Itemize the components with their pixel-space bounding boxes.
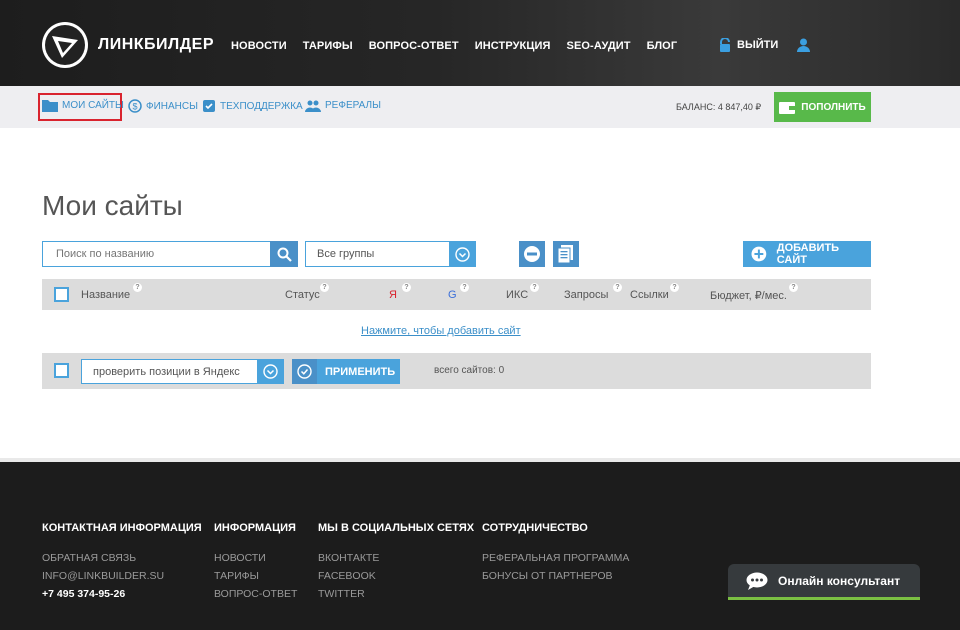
footer-info-title: ИНФОРМАЦИЯ [214,522,296,534]
subnav-my-sites-label: МОИ САЙТЫ [62,100,124,111]
export-list-button[interactable] [553,241,579,267]
column-links[interactable]: Ссылки [630,289,669,301]
footer-contact-title: КОНТАКТНАЯ ИНФОРМАЦИЯ [42,522,202,534]
footer-feedback-link[interactable]: ОБРАТНАЯ СВЯЗЬ [42,552,136,564]
column-iks[interactable]: ИКС [506,289,528,301]
search-button[interactable] [270,241,298,267]
nav-tariffs[interactable]: ТАРИФЫ [303,40,353,52]
document-list-icon [558,245,573,263]
search-input[interactable] [42,241,271,267]
brand-name: ЛИНКБИЛДЕР [98,36,215,53]
main-nav: НОВОСТИ ТАРИФЫ ВОПРОС-ОТВЕТ ИНСТРУКЦИЯ S… [231,40,693,52]
logo[interactable]: ЛИНКБИЛДЕР [42,22,214,68]
wallet-icon [779,101,796,114]
chat-bubble-icon [746,572,768,590]
footer-faq-link[interactable]: ВОПРОС-ОТВЕТ [214,588,297,600]
subnav-my-sites[interactable]: МОИ САЙТЫ [42,99,124,112]
add-site-label: ДОБАВИТЬ САЙТ [776,242,840,266]
nav-news[interactable]: НОВОСТИ [231,40,287,52]
nav-instructions[interactable]: ИНСТРУКЦИЯ [475,40,551,52]
column-name[interactable]: Название [81,289,130,301]
bulk-action-select[interactable]: проверить позиции в Яндекс [81,359,258,384]
column-queries[interactable]: Запросы [564,289,608,301]
balance-display: БАЛАНС: 4 847,40 ₽ [676,102,762,112]
footer-vk-link[interactable]: ВКОНТАКТЕ [318,552,379,564]
footer-partners-title: СОТРУДНИЧЕСТВО [482,522,588,534]
help-icon[interactable]: ? [402,283,411,292]
user-icon[interactable] [797,38,810,57]
svg-text:$: $ [132,102,137,112]
column-yandex[interactable]: Я [389,289,397,301]
folder-icon [42,100,58,112]
help-icon[interactable]: ? [670,283,679,292]
add-site-link[interactable]: Нажмите, чтобы добавить сайт [361,325,521,337]
select-all-bottom-checkbox[interactable] [54,363,69,378]
column-budget[interactable]: Бюджет, ₽/мес. [710,289,787,302]
nav-blog[interactable]: БЛОГ [647,40,678,52]
footer-news-link[interactable]: НОВОСТИ [214,552,266,564]
footer-referral-link[interactable]: РЕФЕРАЛЬНАЯ ПРОГРАММА [482,552,629,564]
help-icon[interactable]: ? [460,283,469,292]
site-footer [0,462,960,630]
subnav-finances-label: ФИНАНСЫ [146,100,198,112]
users-icon [305,100,321,112]
add-site-button[interactable]: ДОБАВИТЬ САЙТ [743,241,871,267]
site-header: ЛИНКБИЛДЕР НОВОСТИ ТАРИФЫ ВОПРОС-ОТВЕТ И… [0,0,960,86]
logout-button[interactable]: ВЫЙТИ [719,38,778,52]
footer-phone[interactable]: +7 495 374-95-26 [42,588,125,600]
group-select-toggle[interactable] [449,241,476,267]
subnav-support-label: ТЕХПОДДЕРЖКА [220,100,303,112]
column-google[interactable]: G [448,289,457,301]
topup-label: ПОПОЛНИТЬ [801,101,866,113]
bulk-action-toggle[interactable] [257,359,284,384]
remove-selected-button[interactable] [519,241,545,267]
chevron-down-circle-icon [455,246,470,262]
sites-table-header: Название ? Статус ? Я ? G ? ИКС ? Запрос… [42,279,871,310]
unlock-icon [720,38,730,52]
nav-seo-audit[interactable]: SEO-АУДИТ [567,40,631,52]
logout-label: ВЫЙТИ [737,39,779,51]
apply-label: ПРИМЕНИТЬ [325,365,396,378]
help-icon[interactable]: ? [530,283,539,292]
help-icon[interactable]: ? [320,283,329,292]
footer-partner-bonus-link[interactable]: БОНУСЫ ОТ ПАРТНЕРОВ [482,570,613,582]
help-icon[interactable]: ? [613,283,622,292]
check-shield-icon [203,100,215,112]
help-icon[interactable]: ? [789,283,798,292]
footer-tariffs-link[interactable]: ТАРИФЫ [214,570,259,582]
footer-twitter-link[interactable]: TWITTER [318,588,365,600]
dollar-icon: $ [128,99,142,113]
subnav-finances[interactable]: $ ФИНАНСЫ [128,99,198,113]
plus-circle-icon [751,246,767,262]
apply-button[interactable]: ПРИМЕНИТЬ [292,359,400,384]
group-select[interactable]: Все группы [305,241,450,267]
select-all-checkbox[interactable] [54,287,69,302]
column-status[interactable]: Статус [285,289,320,301]
help-icon[interactable]: ? [133,283,142,292]
minus-circle-icon [524,246,540,262]
total-sites-count: всего сайтов: 0 [434,365,505,376]
chevron-down-circle-icon [263,364,278,379]
footer-facebook-link[interactable]: FACEBOOK [318,570,376,582]
nav-faq[interactable]: ВОПРОС-ОТВЕТ [369,40,459,52]
footer-social-title: МЫ В СОЦИАЛЬНЫХ СЕТЯХ [318,522,475,534]
topup-button[interactable]: ПОПОЛНИТЬ [774,92,871,122]
check-circle-icon [292,359,317,384]
search-icon [277,247,292,262]
subnav-referrals-label: РЕФЕРАЛЫ [325,100,381,111]
chat-label: Онлайн консультант [778,573,901,588]
logo-icon [42,22,88,68]
subnav-referrals[interactable]: РЕФЕРАЛЫ [305,99,381,112]
page-title: Мои сайты [42,190,183,221]
online-chat-button[interactable]: Онлайн консультант [728,564,920,600]
footer-email-link[interactable]: INFO@LINKBUILDER.SU [42,570,164,582]
subnav-support[interactable]: ТЕХПОДДЕРЖКА [202,99,303,113]
